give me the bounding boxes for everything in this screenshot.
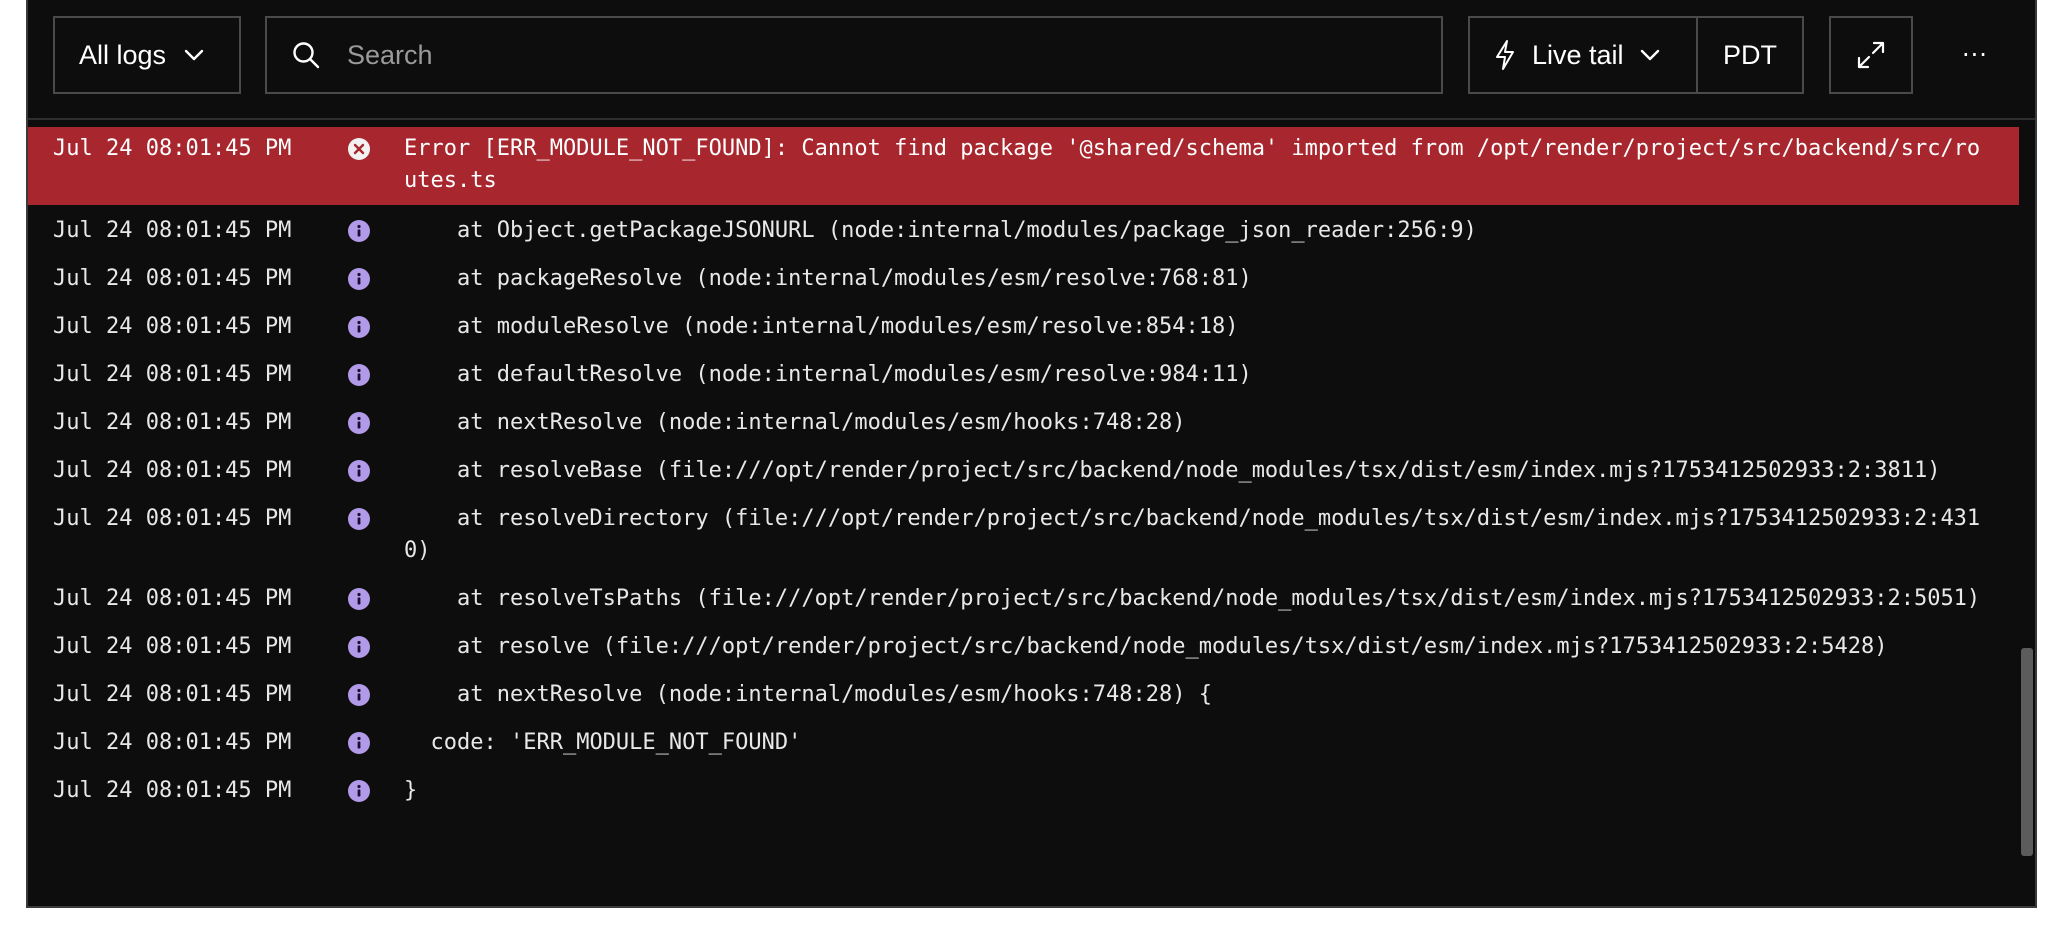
log-message: at nextResolve (node:internal/modules/es…: [404, 410, 1186, 435]
log-row[interactable]: Jul 24 08:01:45 PM at moduleResolve (nod…: [28, 311, 2019, 343]
log-message: at resolveBase (file:///opt/render/proje…: [404, 458, 1941, 483]
log-filter-select[interactable]: All logs: [53, 16, 241, 94]
log-row[interactable]: Jul 24 08:01:45 PM at resolveTsPaths (fi…: [28, 583, 2019, 615]
info-icon: [348, 588, 370, 610]
log-message: at defaultResolve (node:internal/modules…: [404, 362, 1252, 387]
log-timestamp: Jul 24 08:01:45 PM: [53, 730, 292, 755]
info-icon: [348, 412, 370, 434]
error-x-icon: [348, 138, 370, 160]
info-icon: [348, 364, 370, 386]
log-timestamp: Jul 24 08:01:45 PM: [53, 136, 292, 161]
log-message: at Object.getPackageJSONURL (node:intern…: [404, 218, 1477, 243]
log-row[interactable]: Jul 24 08:01:45 PM at resolveBase (file:…: [28, 455, 2019, 487]
log-message: at moduleResolve (node:internal/modules/…: [404, 314, 1239, 339]
log-row[interactable]: Jul 24 08:01:45 PM }: [28, 775, 2019, 807]
log-scrollbar[interactable]: [2021, 648, 2033, 856]
log-timestamp: Jul 24 08:01:45 PM: [53, 634, 292, 659]
log-message: Error [ERR_MODULE_NOT_FOUND]: Cannot fin…: [404, 136, 1981, 193]
log-row[interactable]: Jul 24 08:01:45 PM at nextResolve (node:…: [28, 679, 2019, 711]
log-row[interactable]: Jul 24 08:01:45 PM at resolve (file:///o…: [28, 631, 2019, 663]
lightning-icon: [1496, 40, 1514, 70]
logs-toolbar: All logs Live tail PD: [28, 0, 2035, 120]
chevron-down-icon: [1640, 49, 1659, 61]
log-row[interactable]: Jul 24 08:01:45 PM at defaultResolve (no…: [28, 359, 2019, 391]
log-list: Jul 24 08:01:45 PM Error [ERR_MODULE_NOT…: [28, 127, 2019, 823]
info-icon: [348, 316, 370, 338]
live-tail-button[interactable]: Live tail: [1470, 18, 1698, 92]
log-row[interactable]: Jul 24 08:01:45 PM at nextResolve (node:…: [28, 407, 2019, 439]
log-message: }: [404, 778, 418, 803]
log-timestamp: Jul 24 08:01:45 PM: [53, 506, 292, 531]
log-message: at resolveDirectory (file:///opt/render/…: [404, 506, 1981, 563]
info-icon: [348, 508, 370, 530]
expand-icon: [1857, 41, 1885, 69]
logs-panel: All logs Live tail PD: [26, 0, 2037, 908]
log-timestamp: Jul 24 08:01:45 PM: [53, 586, 292, 611]
info-icon: [348, 732, 370, 754]
log-message: at packageResolve (node:internal/modules…: [404, 266, 1252, 291]
log-message: code: 'ERR_MODULE_NOT_FOUND': [404, 730, 802, 755]
info-icon: [348, 636, 370, 658]
log-row[interactable]: Jul 24 08:01:45 PM Error [ERR_MODULE_NOT…: [28, 127, 2019, 205]
log-timestamp: Jul 24 08:01:45 PM: [53, 682, 292, 707]
log-row[interactable]: Jul 24 08:01:45 PM at resolveDirectory (…: [28, 503, 2019, 567]
ellipsis-icon: ···: [1962, 41, 1988, 69]
live-tail-label: Live tail: [1532, 39, 1624, 70]
more-options-button[interactable]: ···: [1938, 16, 2012, 94]
log-message: at resolve (file:///opt/render/project/s…: [404, 634, 1888, 659]
log-message: at resolveTsPaths (file:///opt/render/pr…: [404, 586, 1981, 611]
log-timestamp: Jul 24 08:01:45 PM: [53, 218, 292, 243]
log-timestamp: Jul 24 08:01:45 PM: [53, 458, 292, 483]
search-input[interactable]: [345, 38, 1399, 72]
timezone-button[interactable]: PDT: [1698, 18, 1802, 92]
log-timestamp: Jul 24 08:01:45 PM: [53, 314, 292, 339]
log-row[interactable]: Jul 24 08:01:45 PM at Object.getPackageJ…: [28, 215, 2019, 247]
search-field[interactable]: [265, 16, 1443, 94]
info-icon: [348, 268, 370, 290]
fullscreen-button[interactable]: [1829, 16, 1913, 94]
info-icon: [348, 780, 370, 802]
log-row[interactable]: Jul 24 08:01:45 PM at packageResolve (no…: [28, 263, 2019, 295]
search-icon: [293, 42, 320, 69]
log-timestamp: Jul 24 08:01:45 PM: [53, 362, 292, 387]
info-icon: [348, 220, 370, 242]
live-tail-group: Live tail PDT: [1468, 16, 1804, 94]
info-icon: [348, 684, 370, 706]
log-row[interactable]: Jul 24 08:01:45 PM code: 'ERR_MODULE_NOT…: [28, 727, 2019, 759]
log-message: at nextResolve (node:internal/modules/es…: [404, 682, 1212, 707]
log-filter-label: All logs: [79, 39, 167, 70]
log-timestamp: Jul 24 08:01:45 PM: [53, 266, 292, 291]
info-icon: [348, 460, 370, 482]
log-timestamp: Jul 24 08:01:45 PM: [53, 778, 292, 803]
log-timestamp: Jul 24 08:01:45 PM: [53, 410, 292, 435]
timezone-label: PDT: [1723, 39, 1777, 70]
chevron-down-icon: [184, 49, 204, 61]
